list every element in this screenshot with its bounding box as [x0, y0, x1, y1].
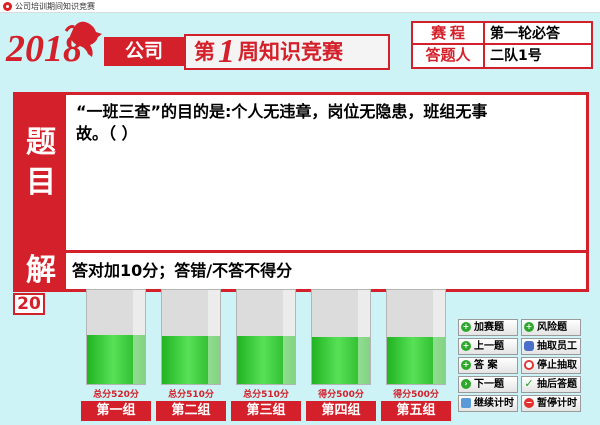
answer-panel: 解 答对加10分；答错/不答不得分 [13, 250, 589, 292]
risk-question-button[interactable]: + 风险题 [521, 319, 581, 336]
team-meter-3: 总分510分 第三组 [231, 289, 301, 425]
team-1-tube [86, 289, 146, 385]
next-question-label: 下一题 [474, 379, 504, 390]
answerer-label: 答题人 [413, 45, 485, 67]
week-suffix: 周知识竞赛 [238, 40, 343, 64]
team-4-name: 第四组 [306, 401, 376, 421]
team-3-tube [236, 289, 296, 385]
plus-icon: + [461, 360, 471, 370]
show-answer-button[interactable]: + 答 案 [458, 357, 518, 374]
team-3-score: 总分510分 [243, 390, 289, 400]
quiz-stage: 2018 公司 第1 周知识竞赛 赛 程 第一轮必答 答题人 二队1号 题 目 “… [0, 13, 600, 425]
round-value: 第一轮必答 [490, 26, 560, 42]
team-meter-2: 总分510分 第二组 [156, 289, 226, 425]
window-title: 公司培训期间知识竞赛 [15, 2, 95, 11]
year-logo: 2018 [5, 21, 102, 70]
prev-question-label: 上一题 [474, 341, 504, 352]
prev-question-button[interactable]: + 上一题 [458, 338, 518, 355]
next-question-button[interactable]: › 下一题 [458, 376, 518, 393]
team-5-name: 第五组 [381, 401, 451, 421]
team-2-name: 第二组 [156, 401, 226, 421]
countdown-timer: 20 [13, 293, 45, 315]
pause-timer-button[interactable]: − 暂停计时 [521, 395, 581, 412]
continue-timer-label: 继续计时 [474, 398, 514, 409]
add-question-button[interactable]: + 加赛题 [458, 319, 518, 336]
draw-staff-button[interactable]: 抽取员工 [521, 338, 581, 355]
play-icon: › [461, 379, 471, 389]
draw-then-answer-button[interactable]: ✓ 抽后答题 [521, 376, 581, 393]
stop-icon: ● [524, 360, 534, 370]
add-question-label: 加赛题 [474, 322, 504, 333]
round-row: 赛 程 第一轮必答 [413, 23, 591, 45]
draw-staff-label: 抽取员工 [537, 341, 577, 352]
team-2-score: 总分510分 [168, 390, 214, 400]
week-number: 1 [218, 33, 235, 70]
minus-icon: − [524, 398, 534, 408]
team-1-name: 第一组 [81, 401, 151, 421]
answer-label: 解 [16, 253, 66, 289]
question-label-line2: 目 [26, 165, 56, 200]
stop-draw-button[interactable]: ● 停止抽取 [521, 357, 581, 374]
check-icon: ✓ [524, 377, 534, 390]
question-label: 题 目 [16, 95, 66, 251]
team-4-score: 得分500分 [318, 390, 364, 400]
answerer-row: 答题人 二队1号 [413, 45, 591, 67]
draw-then-answer-label: 抽后答题 [537, 379, 577, 390]
company-label: 公司 [104, 37, 184, 66]
pause-timer-label: 暂停计时 [537, 398, 577, 409]
show-answer-label: 答 案 [474, 360, 498, 371]
team-2-tube [161, 289, 221, 385]
window-titlebar: 公司培训期间知识竞赛 [0, 0, 600, 13]
plus-icon: + [461, 322, 471, 332]
user-icon [524, 341, 534, 351]
stop-draw-label: 停止抽取 [537, 360, 577, 371]
app-icon [3, 2, 12, 11]
team-5-score: 得分500分 [393, 390, 439, 400]
team-1-score: 总分520分 [93, 390, 139, 400]
team-3-name: 第三组 [231, 401, 301, 421]
team-meter-1: 总分520分 第一组 [81, 289, 151, 425]
question-text: “一班三查”的目的是:个人无违章，岗位无隐患，班组无事故。（ ） [76, 102, 488, 143]
round-label: 赛 程 [413, 23, 485, 45]
answer-text: 答对加10分；答错/不答不得分 [72, 261, 293, 280]
plus-icon: + [461, 341, 471, 351]
risk-question-label: 风险题 [537, 322, 567, 333]
document-icon [461, 398, 471, 408]
team-meter-5: 得分500分 第五组 [381, 289, 451, 425]
week-prefix: 第 [194, 40, 215, 64]
continue-timer-button[interactable]: 继续计时 [458, 395, 518, 412]
quiz-title: 第1 周知识竞赛 [184, 34, 390, 70]
team-5-tube [386, 289, 446, 385]
question-label-line1: 题 [26, 125, 56, 160]
team-meter-4: 得分500分 第四组 [306, 289, 376, 425]
year-logo-text: 2018 [5, 28, 82, 70]
round-info-table: 赛 程 第一轮必答 答题人 二队1号 [411, 21, 593, 69]
answerer-value: 二队1号 [490, 48, 542, 64]
plus-icon: + [524, 322, 534, 332]
question-panel: 题 目 “一班三查”的目的是:个人无违章，岗位无隐患，班组无事故。（ ） [13, 92, 589, 254]
team-4-tube [311, 289, 371, 385]
